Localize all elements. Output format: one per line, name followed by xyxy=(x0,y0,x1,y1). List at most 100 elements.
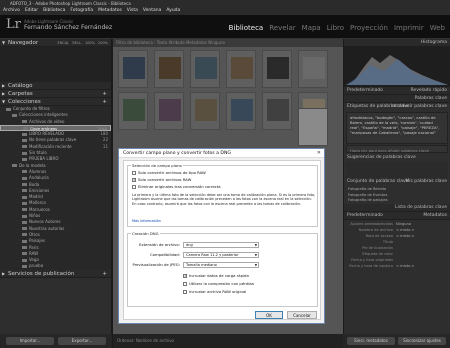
jpeg-preview-select[interactable]: Tamaño mediano ▼ xyxy=(183,262,259,268)
collection-label: RAW xyxy=(29,250,39,256)
menu-ayuda[interactable]: Ayuda xyxy=(166,7,180,15)
module-web[interactable]: Web xyxy=(429,24,446,32)
quick-develop-header[interactable]: Predeterminado Revelado rápido xyxy=(344,87,450,95)
photo-thumbnail[interactable] xyxy=(298,50,328,88)
menu-ventana[interactable]: Ventana xyxy=(143,7,161,15)
collection-label: Alumnos xyxy=(29,168,47,174)
checkbox-lossy[interactable]: Utilizar la compresión con pérdida xyxy=(183,281,254,286)
navigator-preview[interactable] xyxy=(0,47,111,82)
grid-toolbar[interactable]: Ordenar: Nombre de archivo xyxy=(113,334,343,348)
checkbox-delete-originals[interactable]: Eliminar originales tras conversión corr… xyxy=(132,184,221,189)
metadata-field-value[interactable]: < mixto > xyxy=(396,233,415,239)
checkbox-box[interactable] xyxy=(132,177,136,182)
close-icon[interactable]: ✕ xyxy=(317,149,321,158)
catalog-header[interactable]: ▶ Catálogo xyxy=(0,82,111,90)
collection-icon xyxy=(12,113,17,117)
histogram-header[interactable]: Histograma xyxy=(344,39,450,47)
module-revelar[interactable]: Revelar xyxy=(268,24,296,32)
module-biblioteca[interactable]: Biblioteca xyxy=(228,24,265,32)
keywording-header[interactable]: Palabras clave xyxy=(344,95,450,103)
import-button[interactable]: Importar... xyxy=(6,337,54,345)
photo-thumbnail[interactable] xyxy=(262,50,292,88)
photo-thumbnail[interactable] xyxy=(154,50,184,88)
zoom-200[interactable]: 200% xyxy=(98,39,108,47)
module-imprimir[interactable]: Imprimir xyxy=(393,24,425,32)
photo-thumbnail[interactable] xyxy=(190,92,220,130)
photo-thumbnail[interactable] xyxy=(226,92,256,130)
left-panel: ▼ Navegador ENCAJ. RELL. 100% 200% ▶ Cat… xyxy=(0,39,112,334)
collection-icon xyxy=(22,264,27,268)
checkbox-raw-only[interactable]: Solo convertir archivos RAW xyxy=(132,177,191,182)
keyword-set-select[interactable]: Mis palabras clave xyxy=(405,178,447,186)
collection-icon xyxy=(22,189,27,193)
photo-image xyxy=(231,57,253,79)
more-info-link[interactable]: Más información xyxy=(132,219,161,223)
menu-archivo[interactable]: Archivo xyxy=(3,7,20,15)
photo-thumbnail[interactable] xyxy=(118,50,148,88)
checkbox-box[interactable] xyxy=(132,184,136,189)
ok-button[interactable]: OK xyxy=(255,311,283,319)
checkbox-fast-load[interactable]: Incrustar datos de carga rápida xyxy=(183,273,249,278)
histogram-title: Histograma xyxy=(420,40,447,45)
keyword-list-header[interactable]: Lista de palabras clave xyxy=(344,204,450,212)
collection-label: Modificación reciente xyxy=(29,143,72,149)
collection-label: Emisiones xyxy=(29,187,50,193)
add-folder-icon[interactable]: + xyxy=(102,90,107,98)
zoom-fit[interactable]: ENCAJ. xyxy=(58,39,70,47)
add-collection-icon[interactable]: + xyxy=(102,98,107,106)
metadata-preset[interactable]: Predeterminado xyxy=(347,213,383,218)
folders-header[interactable]: ▶ Carpetas + xyxy=(0,90,111,98)
metadata-field-value[interactable]: < mixto > xyxy=(396,263,415,269)
collection-icon xyxy=(22,201,27,205)
metadata-header[interactable]: Predeterminado Metadatos xyxy=(344,212,450,220)
cancel-button[interactable]: Cancelar xyxy=(287,311,317,319)
sync-settings-button[interactable]: Sincronizar ajustes xyxy=(398,337,446,345)
zoom-100[interactable]: 100% xyxy=(85,39,95,47)
keyword-tags-row: Etiquetas de palabras clave Introducir p… xyxy=(344,103,450,111)
menu-biblioteca[interactable]: Biblioteca xyxy=(43,7,65,15)
keyword-set-item[interactable]: Fotografía de paisajes xyxy=(348,198,446,204)
checkbox-box[interactable] xyxy=(132,170,136,175)
menu-fotografia[interactable]: Fotografía xyxy=(70,7,93,15)
photo-image xyxy=(159,99,181,121)
menu-metadatos[interactable]: Metadatos xyxy=(98,7,122,15)
chevron-down-icon: ▼ xyxy=(254,253,257,257)
keyword-tags-field[interactable]: afrodisíacos, "bodegón", "cascos", casti… xyxy=(346,112,448,144)
photo-thumbnail[interactable] xyxy=(154,92,184,130)
collection-label: Niños xyxy=(29,213,41,219)
checkbox-box[interactable] xyxy=(183,273,187,278)
add-publish-service-icon[interactable]: + xyxy=(102,270,107,278)
checkbox-box[interactable] xyxy=(183,289,187,294)
keyword-suggestions-grid xyxy=(346,162,448,178)
keyword-tags-mode[interactable]: Introducir palabras clave xyxy=(391,103,447,111)
photo-thumbnail-selected[interactable] xyxy=(298,108,328,146)
compatibility-select[interactable]: Camera Raw 11.2 y posterior ▼ xyxy=(183,252,259,258)
checkbox-box[interactable] xyxy=(183,281,187,286)
menu-editar[interactable]: Editar xyxy=(25,7,38,15)
checkbox-embed-raw[interactable]: Incrustar archivo RAW original xyxy=(183,289,246,294)
dng-creation-group: Creación DNG Extensión de archivo: dng ▼ … xyxy=(127,231,318,307)
navigator-header[interactable]: ▼ Navegador ENCAJ. RELL. 100% 200% xyxy=(0,39,111,47)
window-title: ADFOTO_3 - Adobe Photoshop Lightroom Cla… xyxy=(0,0,450,7)
photo-thumbnail[interactable] xyxy=(190,50,220,88)
publish-services-title: Servicios de publicación xyxy=(8,270,75,277)
photo-thumbnail[interactable] xyxy=(262,92,292,130)
module-libro[interactable]: Libro xyxy=(326,24,345,32)
library-filter-bar[interactable]: Filtro de biblioteca : Texto Atributo Me… xyxy=(113,39,343,47)
photo-thumbnail[interactable] xyxy=(226,50,256,88)
module-mapa[interactable]: Mapa xyxy=(301,24,322,32)
menu-vista[interactable]: Vista xyxy=(127,7,138,15)
collection-icon xyxy=(22,239,27,243)
folders-title: Carpetas xyxy=(8,91,33,97)
collection-icon xyxy=(22,132,27,136)
publish-services-header[interactable]: ▶ Servicios de publicación + xyxy=(0,269,111,278)
photo-thumbnail[interactable] xyxy=(118,92,148,130)
module-proyeccion[interactable]: Proyección xyxy=(349,24,389,32)
sync-metadata-button[interactable]: Sincr. metadatos xyxy=(347,337,395,345)
zoom-fill[interactable]: RELL. xyxy=(72,39,82,47)
export-button[interactable]: Exportar... xyxy=(58,337,106,345)
add-keywords-field[interactable]: Haga clic aquí para añadir palabras clav… xyxy=(346,145,448,153)
checkbox-raw-type[interactable]: Solo convertir archivos de tipo RAW xyxy=(132,170,206,175)
file-extension-select[interactable]: dng ▼ xyxy=(183,242,259,248)
collections-header[interactable]: ▼ Colecciones + xyxy=(0,98,111,106)
